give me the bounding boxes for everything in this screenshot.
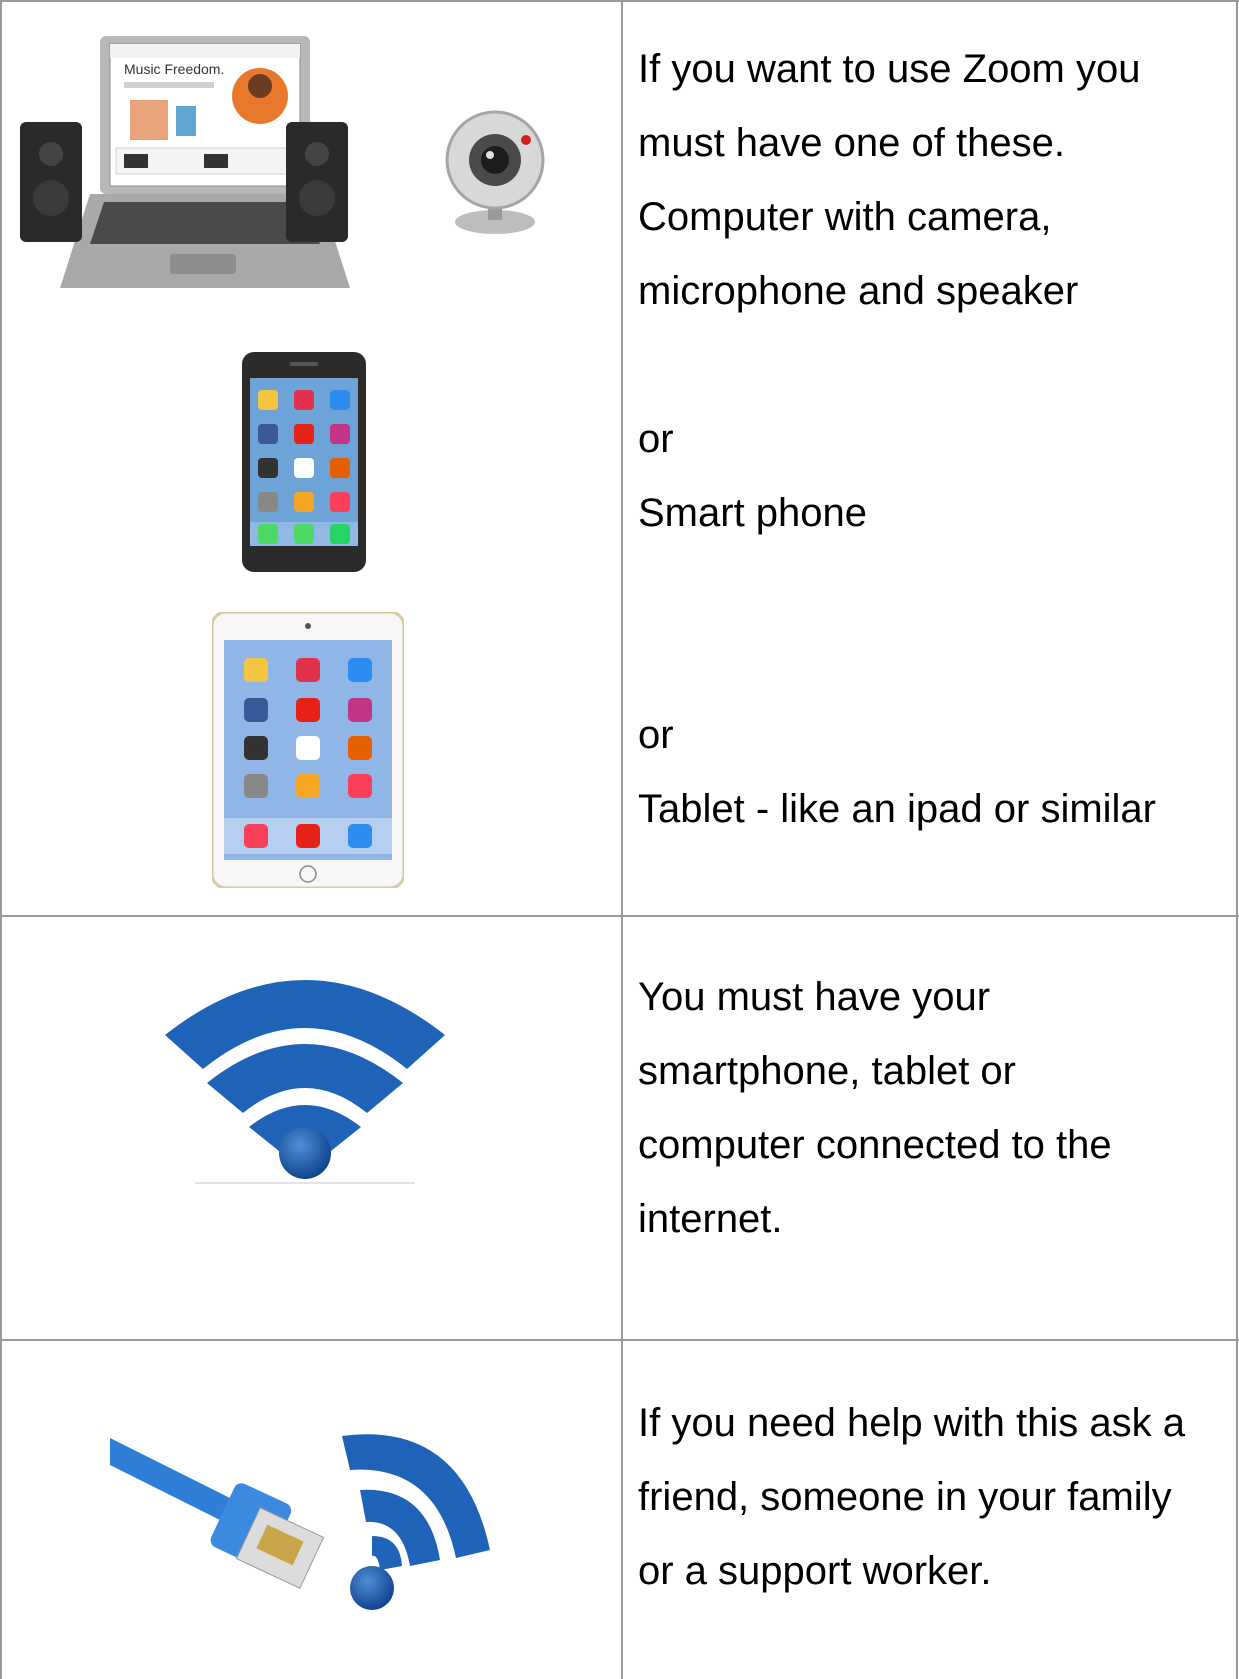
table-border-top <box>0 0 1239 2</box>
row-divider <box>0 915 1239 917</box>
text-line: must have one of these. <box>638 121 1065 165</box>
text-line: Computer with camera, <box>638 195 1052 239</box>
row-1-text: If you want to use Zoom you must have on… <box>638 32 1156 846</box>
table-border-left <box>0 0 2 1679</box>
text-line: or <box>638 417 674 461</box>
text-line: or <box>638 713 674 757</box>
laptop-screen-text: Music Freedom. <box>124 61 224 77</box>
smartphone-icon <box>242 352 366 572</box>
row-divider <box>0 1339 1239 1341</box>
ethernet-cable-icon <box>110 1420 510 1620</box>
column-divider <box>621 0 623 1679</box>
text-line: smartphone, tablet or <box>638 1049 1016 1093</box>
table-border-right <box>1236 0 1238 1679</box>
text-line: If you want to use Zoom you <box>638 47 1141 91</box>
text-line: Smart phone <box>638 491 868 535</box>
text-line: microphone and speaker <box>638 269 1079 313</box>
laptop-with-speakers-icon: Music Freedom. <box>20 30 390 310</box>
text-line: computer connected to the <box>638 1123 1112 1167</box>
row-3-text: If you need help with this ask a friend,… <box>638 1386 1185 1608</box>
wifi-icon <box>155 965 455 1187</box>
text-line: friend, someone in your family <box>638 1475 1172 1519</box>
tablet-icon <box>212 612 404 888</box>
text-line: or a support worker. <box>638 1549 992 1593</box>
webcam-icon <box>440 110 550 240</box>
text-line: internet. <box>638 1197 783 1241</box>
text-line: If you need help with this ask a <box>638 1401 1185 1445</box>
text-line: You must have your <box>638 975 991 1019</box>
row-2-text: You must have your smartphone, tablet or… <box>638 960 1112 1256</box>
text-line: Tablet - like an ipad or similar <box>638 787 1156 831</box>
